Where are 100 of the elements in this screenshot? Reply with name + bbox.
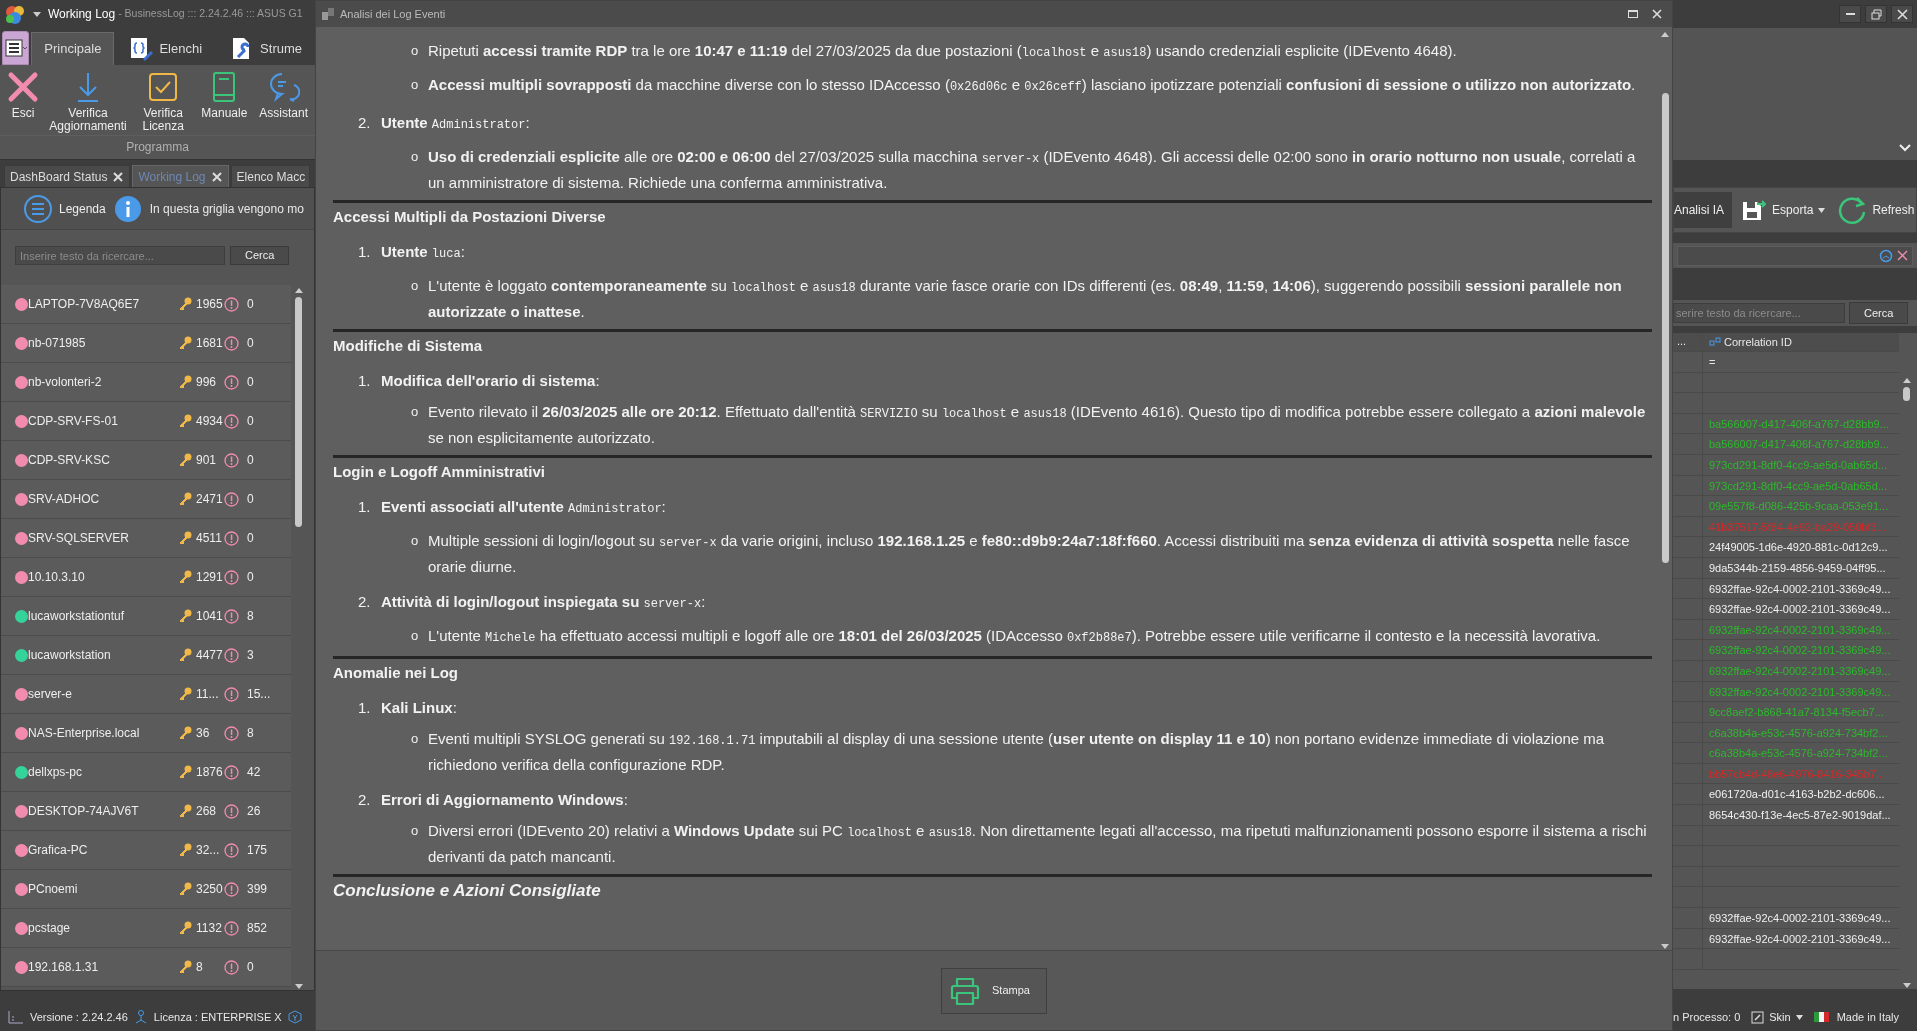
license-label: Licenza : ENTERPRISE X xyxy=(153,1009,282,1025)
close-icon[interactable] xyxy=(211,171,222,182)
app-menu-button[interactable] xyxy=(2,31,30,65)
table-cell-text: 24f49005-1d6e-4920-881c-0d12c9... xyxy=(1708,540,1889,556)
column-header[interactable]: ... xyxy=(1673,333,1703,351)
search-field[interactable]: Inserire testo da ricercare... xyxy=(15,246,225,265)
save-icon xyxy=(1741,198,1768,222)
ai-analysis-button[interactable]: Analisi IA xyxy=(1674,192,1733,228)
edit-icon xyxy=(1751,1010,1765,1024)
ribbon-tab[interactable]: Principale xyxy=(31,32,115,65)
key-count: 3250 xyxy=(196,881,224,898)
machine-row[interactable]: nb-volonteri-2 996 0 xyxy=(1,363,291,402)
checkbox-icon xyxy=(147,71,180,103)
scrollbar-thumb[interactable] xyxy=(1661,93,1669,563)
machine-name: lucaworkstation xyxy=(28,647,112,664)
list-icon xyxy=(4,39,27,57)
minimize-button[interactable] xyxy=(1839,5,1861,23)
ribbon-button[interactable]: Verifica Aggiornamenti xyxy=(48,69,128,136)
ribbon-button[interactable]: Assistant xyxy=(256,69,311,136)
ribbon-button[interactable]: Esci xyxy=(4,69,42,136)
machine-row[interactable]: lucaworkstation 4477 3 xyxy=(1,636,291,675)
bullet-text: Multiple sessioni di login/logout su server-x da varie origini, incluso 192.168.1.25 e fe80::d9b9:24a7:18f:f660. Accessi distribuiti ma senza evidenza di attività sospetta nelle fasce orarie diurne. xyxy=(428,531,1631,577)
document-tab[interactable]: DashBoard Status xyxy=(4,165,131,187)
scroll-up-icon[interactable] xyxy=(1661,31,1669,37)
key-count: 996 xyxy=(196,374,218,391)
scrollbar-thumb[interactable] xyxy=(1903,387,1910,401)
machine-row[interactable]: SRV-SQLSERVER 4511 0 xyxy=(1,519,291,558)
table-cell-text: 973cd291-8df0-4cc9-ae5d-0ab65d... xyxy=(1708,457,1888,473)
ribbon-tab[interactable]: Strume xyxy=(217,32,315,65)
machine-row[interactable]: nb-071985 1681 0 xyxy=(1,324,291,363)
filter-cell[interactable]: = xyxy=(1703,352,1899,372)
print-button[interactable]: Stampa xyxy=(941,967,1047,1014)
alert-icon xyxy=(224,764,239,780)
alert-count: 15... xyxy=(247,686,271,703)
table-cell-text: 6932ffae-92c4-0002-2101-3369c49... xyxy=(1708,684,1892,700)
close-button[interactable] xyxy=(1891,5,1913,23)
ribbon-tab[interactable]: Elenchi xyxy=(116,32,216,65)
menu-icon xyxy=(23,193,53,224)
list-number: 1. xyxy=(358,698,372,718)
search-button[interactable]: Cerca xyxy=(1849,302,1909,324)
machine-row[interactable]: SRV-ADHOC 2471 0 xyxy=(1,480,291,519)
ribbon-button[interactable]: Verifica Licenza xyxy=(134,69,193,136)
alert-icon xyxy=(224,803,239,819)
machine-row[interactable]: DESKTOP-74AJV6T 268 26 xyxy=(1,792,291,831)
scroll-up-icon[interactable] xyxy=(294,287,303,293)
scroll-up-icon[interactable] xyxy=(1902,377,1911,383)
alert-icon xyxy=(224,920,239,936)
dropdown-caret-icon[interactable] xyxy=(32,9,42,19)
key-count: 36 xyxy=(196,725,211,742)
alert-count: 0 xyxy=(247,374,254,391)
alert-count: 0 xyxy=(247,335,254,352)
refresh-icon xyxy=(1837,195,1868,225)
machine-row[interactable]: dellxps-pc 1876 42 xyxy=(1,753,291,792)
machine-row[interactable]: LAPTOP-7V8AQ6E7 1965 0 xyxy=(1,285,291,324)
filter-field[interactable] xyxy=(1677,245,1913,266)
machine-row[interactable]: 192.168.1.31 8 0 xyxy=(1,948,291,987)
machine-row[interactable]: CDP-SRV-KSC 901 0 xyxy=(1,441,291,480)
search-field[interactable]: serire testo da ricercare... xyxy=(1673,303,1845,323)
machine-row[interactable]: Grafica-PC 32... 175 xyxy=(1,831,291,870)
machine-row[interactable]: NAS-Enterprise.local 36 8 xyxy=(1,714,291,753)
bullet-text: Evento rilevato il 26/03/2025 alle ore 20:12. Effettuato dall'entità SERVIZIO su localhost e asus18 (IDEvento 4616). Questo tipo di modifica potrebbe essere collegato a azioni malevole se non esplicitamente autorizzato. xyxy=(428,402,1647,448)
machine-row[interactable]: PCnoemi 3250 399 xyxy=(1,870,291,909)
ribbon-button[interactable]: Manuale xyxy=(198,69,251,136)
close-icon[interactable] xyxy=(113,171,124,182)
legend-button[interactable]: Legenda xyxy=(23,193,106,224)
machine-row[interactable]: server-e 11... 15... xyxy=(1,675,291,714)
export-button[interactable]: Esporta xyxy=(1738,198,1829,222)
table-cell-text: 9cc8aef2-b868-41a7-8134-f5ecb7... xyxy=(1708,705,1885,721)
restore-button[interactable] xyxy=(1865,5,1887,23)
key-count: 1876 xyxy=(196,764,224,781)
alert-count: 8 xyxy=(247,608,254,625)
machine-row[interactable]: pcstage 1132 852 xyxy=(1,909,291,948)
search-button[interactable]: Cerca xyxy=(230,246,290,265)
key-icon xyxy=(178,687,192,701)
machine-name: CDP-SRV-KSC xyxy=(28,452,111,469)
scroll-down-icon[interactable] xyxy=(1902,983,1911,989)
scrollbar-thumb[interactable] xyxy=(295,297,302,527)
machine-row[interactable]: 10.10.3.10 1291 0 xyxy=(1,558,291,597)
refresh-button[interactable]: Refresh xyxy=(1834,195,1917,225)
document-tab[interactable]: Elenco Macc xyxy=(230,165,311,187)
table-cell-text: 973cd291-8df0-4cc9-ae5d-0ab65d... xyxy=(1708,478,1888,494)
chevron-down-icon[interactable] xyxy=(1899,144,1911,152)
table-cell-text: c6a38b4a-e53c-4576-a924-734bf2... xyxy=(1708,746,1889,762)
table-cell-text: 6932ffae-92c4-0002-2101-3369c49... xyxy=(1708,931,1892,947)
scroll-down-icon[interactable] xyxy=(294,984,303,990)
link-icon xyxy=(1709,337,1721,347)
restore-icon xyxy=(1870,8,1882,20)
column-header[interactable]: Correlation ID xyxy=(1703,333,1899,351)
list-number: 1. xyxy=(358,242,372,262)
alert-icon xyxy=(224,491,239,507)
machine-row[interactable]: CDP-SRV-FS-01 4934 0 xyxy=(1,402,291,441)
table-cell-text: ba566007-d417-406f-a767-d28bb9... xyxy=(1708,437,1890,453)
close-icon[interactable] xyxy=(1897,250,1908,261)
alert-icon xyxy=(224,413,239,429)
skin-button[interactable]: Skin xyxy=(1748,1008,1806,1026)
table-cell-text: 6932ffae-92c4-0002-2101-3369c49... xyxy=(1708,643,1892,659)
machine-row[interactable]: lucaworkstationtuf 1041 8 xyxy=(1,597,291,636)
machine-name: nb-volonteri-2 xyxy=(28,374,103,391)
key-count: 11... xyxy=(196,686,220,703)
machine-name: dellxps-pc xyxy=(28,764,84,781)
